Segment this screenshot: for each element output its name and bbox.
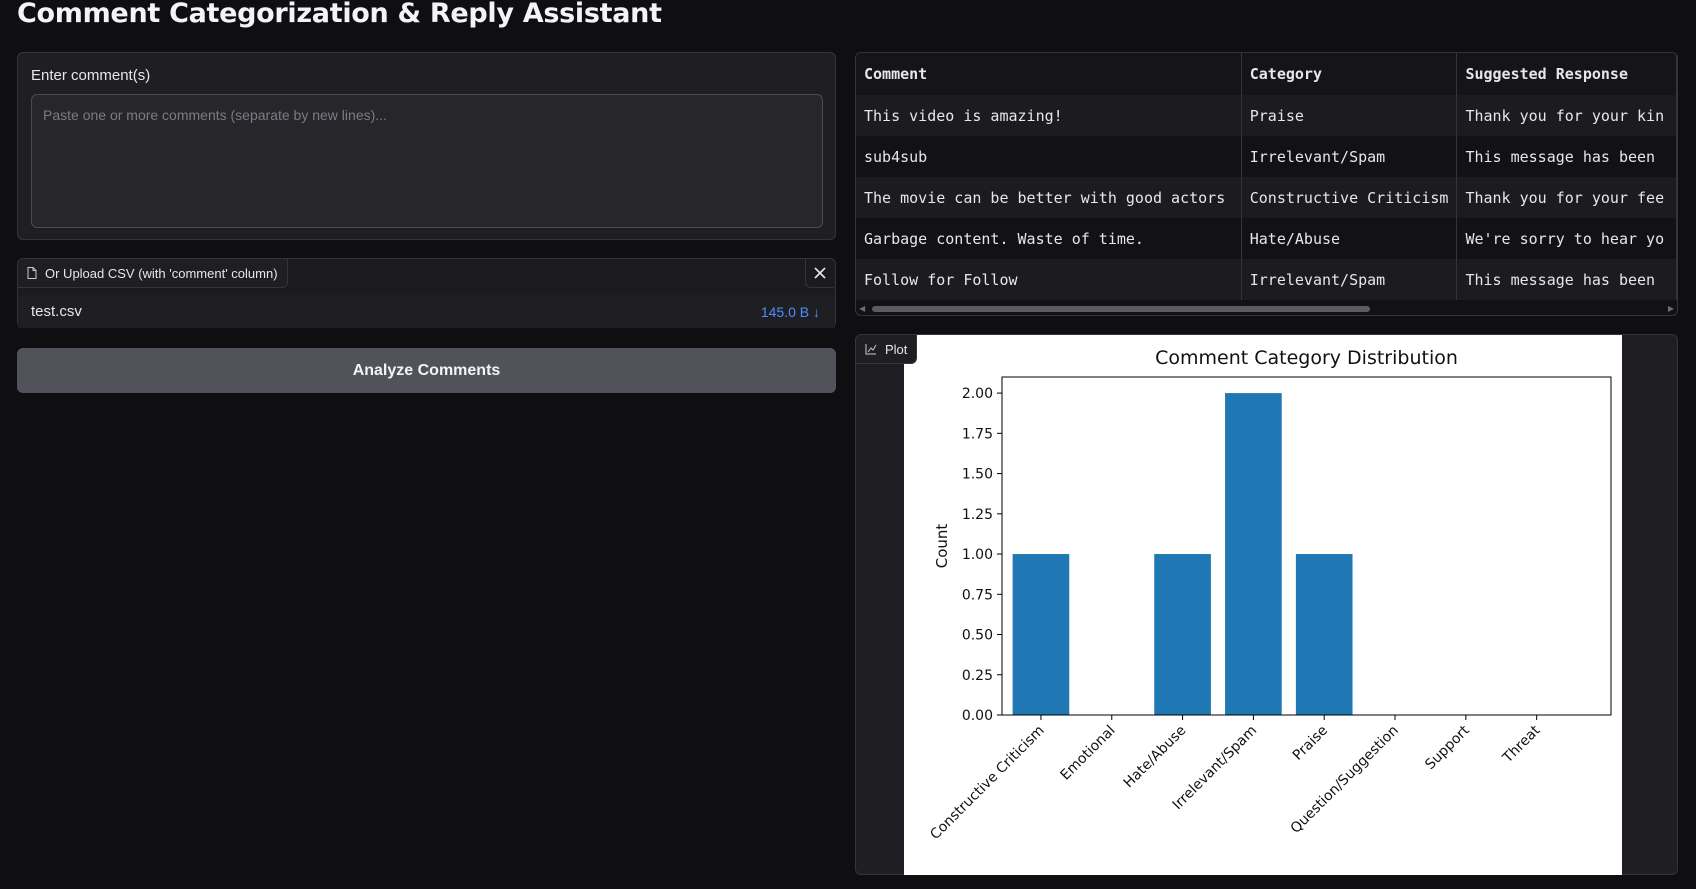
- bar: [1225, 393, 1282, 715]
- results-table: Comment Category Suggested Response This…: [855, 52, 1678, 316]
- x-tick-label: Threat: [1499, 722, 1544, 767]
- plot-label-text: Plot: [885, 341, 908, 357]
- table-cell[interactable]: Hate/Abuse: [1241, 218, 1458, 259]
- column-header[interactable]: Comment: [856, 53, 1242, 95]
- table-cell[interactable]: Irrelevant/Spam: [1241, 136, 1458, 177]
- clear-file-button[interactable]: [805, 259, 834, 288]
- y-tick-label: 0.25: [962, 668, 993, 684]
- comment-input-label: Enter comment(s): [31, 67, 151, 84]
- close-icon: [814, 267, 826, 279]
- table-cell[interactable]: Constructive Criticism: [1241, 177, 1458, 218]
- chart-container: Comment Category Distribution 0.00 0.25 0.5…: [904, 335, 1622, 875]
- upload-label-text: Or Upload CSV (with 'comment' column): [45, 265, 278, 281]
- comment-input-panel: Enter comment(s): [17, 52, 836, 240]
- table-cell[interactable]: sub4sub: [856, 136, 1242, 177]
- chart-icon: [865, 344, 877, 355]
- bar: [1295, 554, 1353, 715]
- x-tick-label: Praise: [1290, 723, 1331, 764]
- column-header[interactable]: Suggested Response: [1456, 53, 1677, 95]
- file-name: test.csv: [31, 303, 82, 320]
- bar-chart: Comment Category Distribution 0.00 0.25 0.5…: [927, 347, 1612, 843]
- upload-label: Or Upload CSV (with 'comment' column): [18, 259, 288, 288]
- uploaded-file-row: test.csv 145.0 B ↓: [18, 295, 835, 328]
- table-cell[interactable]: This video is amazing!: [856, 95, 1242, 136]
- file-download-link[interactable]: 145.0 B ↓: [761, 304, 820, 320]
- y-tick-label: 2.00: [962, 386, 993, 402]
- file-icon: [27, 267, 37, 279]
- x-tick-label: Support: [1422, 722, 1473, 773]
- page-title: Comment Categorization & Reply Assistant: [17, 0, 662, 29]
- y-tick-label: 1.75: [962, 426, 993, 442]
- table-cell[interactable]: Irrelevant/Spam: [1241, 259, 1458, 300]
- y-tick-label: 0.75: [962, 587, 993, 603]
- table-cell[interactable]: Praise: [1241, 95, 1458, 136]
- scroll-right-icon[interactable]: ▶: [1668, 304, 1674, 313]
- table-row: The movie can be better with good actors…: [856, 177, 1677, 218]
- y-tick-label: 1.25: [962, 507, 993, 523]
- csv-upload-panel: Or Upload CSV (with 'comment' column) te…: [17, 258, 836, 328]
- comment-input[interactable]: [31, 94, 823, 228]
- bar: [1154, 554, 1211, 715]
- y-tick-label: 0.00: [962, 708, 993, 724]
- table-row: This video is amazing! Praise Thank you …: [856, 95, 1677, 136]
- table-row: Garbage content. Waste of time. Hate/Abu…: [856, 218, 1677, 259]
- y-tick-label: 0.50: [962, 628, 993, 644]
- x-tick-label: Hate/Abuse: [1121, 723, 1190, 792]
- y-tick-label: 1.00: [962, 547, 993, 563]
- horizontal-scrollbar[interactable]: ◀ ▶: [858, 303, 1675, 313]
- table-cell[interactable]: Follow for Follow: [856, 259, 1242, 300]
- scroll-left-icon[interactable]: ◀: [859, 304, 865, 313]
- table-row: Follow for Follow Irrelevant/Spam This m…: [856, 259, 1677, 300]
- y-axis-label: Count: [933, 524, 951, 569]
- table-row: sub4sub Irrelevant/Spam This message has…: [856, 136, 1677, 177]
- plot-label: Plot: [856, 335, 918, 364]
- x-tick-label: Emotional: [1058, 723, 1119, 784]
- chart-title: Comment Category Distribution: [1155, 347, 1458, 369]
- table-cell[interactable]: Thank you for your fee: [1456, 177, 1677, 218]
- table-cell[interactable]: Garbage content. Waste of time.: [856, 218, 1242, 259]
- table-cell[interactable]: This message has been: [1456, 136, 1677, 177]
- table-header-row: Comment Category Suggested Response: [856, 53, 1677, 95]
- scrollbar-thumb[interactable]: [872, 306, 1370, 312]
- analyze-comments-button[interactable]: Analyze Comments: [17, 348, 836, 393]
- table-cell[interactable]: Thank you for your kin: [1456, 95, 1677, 136]
- table-cell[interactable]: This message has been: [1456, 259, 1677, 300]
- column-header[interactable]: Category: [1241, 53, 1458, 95]
- x-tick-label: Constructive Criticism: [927, 723, 1047, 843]
- table-cell[interactable]: The movie can be better with good actors: [856, 177, 1242, 218]
- bar: [1012, 554, 1070, 715]
- table-cell[interactable]: We're sorry to hear yo: [1456, 218, 1677, 259]
- y-tick-label: 1.50: [962, 467, 993, 483]
- plot-panel: Comment Category Distribution 0.00 0.25 0.5…: [855, 334, 1678, 875]
